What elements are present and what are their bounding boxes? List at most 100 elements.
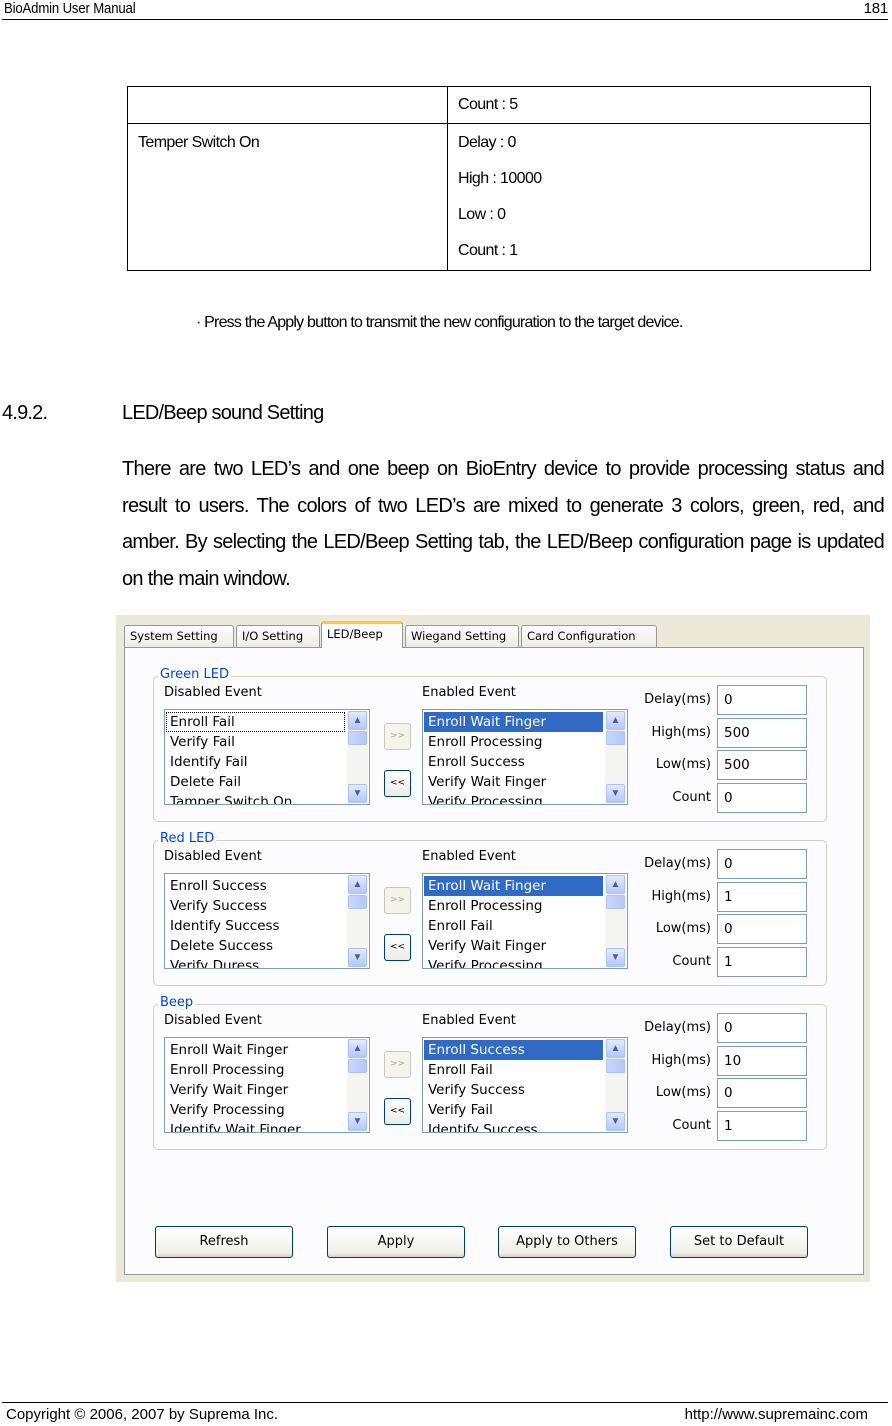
tab-wiegand-setting[interactable]: Wiegand Setting [405, 625, 519, 647]
apply-instruction: · Press the Apply button to transmit the… [196, 314, 683, 331]
scroll-up-icon[interactable]: ▲ [348, 875, 367, 894]
scrollbar[interactable]: ▲ ▼ [605, 711, 626, 803]
add-event-button[interactable]: >> [384, 723, 411, 750]
list-item[interactable]: Delete Success [166, 936, 345, 956]
disabled-event-list[interactable]: Enroll Fail Verify Fail Identify Fail Delet… [164, 709, 370, 805]
remove-event-button[interactable]: << [384, 770, 411, 797]
delay-input[interactable]: 0 [717, 1013, 807, 1043]
scrollbar[interactable]: ▲ ▼ [605, 875, 626, 967]
scroll-thumb[interactable] [348, 731, 367, 745]
high-input[interactable]: 10 [717, 1045, 807, 1076]
high-label: High(ms) [651, 724, 711, 740]
tab-system-setting[interactable]: System Setting [124, 625, 234, 647]
enabled-event-list[interactable]: Enroll Wait Finger Enroll Processing Enrol… [422, 873, 628, 969]
delay-label: Delay(ms) [644, 856, 711, 871]
disabled-event-list[interactable]: Enroll Wait Finger Enroll Processing Verif… [164, 1037, 370, 1133]
list-item[interactable]: Verify Success [166, 896, 345, 916]
scrollbar[interactable]: ▲ ▼ [347, 875, 368, 967]
refresh-button[interactable]: Refresh [155, 1226, 293, 1258]
list-item[interactable]: Verify Processing [424, 792, 603, 804]
event-name: Temper Switch On [138, 134, 260, 151]
low-input[interactable]: 0 [717, 914, 807, 944]
list-item[interactable]: Identify Success [424, 1120, 603, 1132]
green-led-group: Green LED Disabled Event Enabled Event Enro… [153, 667, 827, 822]
scroll-down-icon[interactable]: ▼ [606, 1112, 625, 1131]
scroll-up-icon[interactable]: ▲ [606, 875, 625, 894]
list-item[interactable]: Identify Success [166, 916, 345, 936]
list-item[interactable]: Enroll Fail [166, 712, 345, 732]
list-item[interactable]: Enroll Success [424, 752, 603, 772]
count-input[interactable]: 0 [717, 782, 807, 813]
list-item[interactable]: Verify Processing [166, 1100, 345, 1120]
count-label: Count [672, 1117, 711, 1133]
scroll-up-icon[interactable]: ▲ [606, 1039, 625, 1058]
enabled-event-list[interactable]: Enroll Success Enroll Fail Verify Success V… [422, 1037, 628, 1133]
scroll-thumb[interactable] [606, 731, 625, 745]
list-item[interactable]: Verify Success [424, 1080, 603, 1100]
add-event-button[interactable]: >> [384, 1051, 411, 1078]
scroll-thumb[interactable] [606, 895, 625, 909]
scroll-down-icon[interactable]: ▼ [348, 784, 367, 803]
scroll-down-icon[interactable]: ▼ [606, 784, 625, 803]
scroll-up-icon[interactable]: ▲ [348, 711, 367, 730]
list-item[interactable]: Verify Processing [424, 956, 603, 968]
list-item[interactable]: Delete Fail [166, 772, 345, 792]
list-item[interactable]: Enroll Success [166, 876, 345, 896]
list-item[interactable]: Verify Fail [424, 1100, 603, 1120]
website-url: http://www.supremainc.com [684, 1406, 868, 1423]
set-to-default-button[interactable]: Set to Default [670, 1226, 808, 1258]
list-item[interactable]: Enroll Fail [424, 916, 603, 936]
scrollbar[interactable]: ▲ ▼ [605, 1039, 626, 1131]
scrollbar[interactable]: ▲ ▼ [347, 1039, 368, 1131]
tab-card-configuration[interactable]: Card Configuration [521, 625, 657, 647]
list-item[interactable]: Enroll Wait Finger [424, 876, 603, 896]
list-item[interactable]: Verify Wait Finger [166, 1080, 345, 1100]
high-input[interactable]: 500 [717, 717, 807, 748]
list-item[interactable]: Identify Fail [166, 752, 345, 772]
low-input[interactable]: 500 [717, 750, 807, 780]
high-input[interactable]: 1 [717, 881, 807, 912]
scroll-thumb[interactable] [606, 1059, 625, 1073]
scrollbar[interactable]: ▲ ▼ [347, 711, 368, 803]
list-item[interactable]: Enroll Fail [424, 1060, 603, 1080]
tab-io-setting[interactable]: I/O Setting [236, 625, 320, 647]
scroll-thumb[interactable] [348, 895, 367, 909]
remove-event-button[interactable]: << [384, 934, 411, 961]
scroll-up-icon[interactable]: ▲ [606, 711, 625, 730]
list-item[interactable]: Enroll Wait Finger [424, 712, 603, 732]
scroll-down-icon[interactable]: ▼ [348, 1112, 367, 1131]
count-input[interactable]: 1 [717, 1110, 807, 1141]
list-item[interactable]: Enroll Success [424, 1040, 603, 1060]
values-cell: Delay : 0 High : 10000 Low : 0 Count : 1 [447, 123, 871, 271]
enabled-event-list[interactable]: Enroll Wait Finger Enroll Processing Enrol… [422, 709, 628, 805]
remove-event-button[interactable]: << [384, 1098, 411, 1125]
list-item[interactable]: Verify Wait Finger [424, 936, 603, 956]
disabled-event-list[interactable]: Enroll Success Verify Success Identify Suc… [164, 873, 370, 969]
list-item[interactable]: Verify Wait Finger [424, 772, 603, 792]
list-item[interactable]: Enroll Processing [424, 732, 603, 752]
low-input[interactable]: 0 [717, 1078, 807, 1108]
value-line: Count : 5 [458, 96, 518, 113]
list-item[interactable]: Enroll Wait Finger [166, 1040, 345, 1060]
tab-led-beep[interactable]: LED/Beep [321, 621, 403, 648]
apply-to-others-button[interactable]: Apply to Others [498, 1226, 636, 1258]
list-item[interactable]: Verify Duress [166, 956, 345, 968]
scroll-up-icon[interactable]: ▲ [348, 1039, 367, 1058]
page-header: BioAdmin User Manual 181 [2, 0, 888, 20]
list-item[interactable]: Identify Wait Finger [166, 1120, 345, 1132]
list-item[interactable]: Verify Fail [166, 732, 345, 752]
list-item[interactable]: Enroll Processing [424, 896, 603, 916]
list-item[interactable]: Tamper Switch On [166, 792, 345, 804]
high-label: High(ms) [651, 888, 711, 904]
scroll-thumb[interactable] [348, 1059, 367, 1073]
add-event-button[interactable]: >> [384, 887, 411, 914]
scroll-down-icon[interactable]: ▼ [348, 948, 367, 967]
table-row: Temper Switch On Delay : 0 High : 10000 … [127, 123, 871, 271]
apply-button[interactable]: Apply [327, 1226, 465, 1258]
led-beep-screenshot: System Setting I/O Setting LED/Beep Wieg… [116, 615, 870, 1282]
scroll-down-icon[interactable]: ▼ [606, 948, 625, 967]
delay-input[interactable]: 0 [717, 849, 807, 879]
list-item[interactable]: Enroll Processing [166, 1060, 345, 1080]
count-input[interactable]: 1 [717, 946, 807, 977]
delay-input[interactable]: 0 [717, 685, 807, 715]
